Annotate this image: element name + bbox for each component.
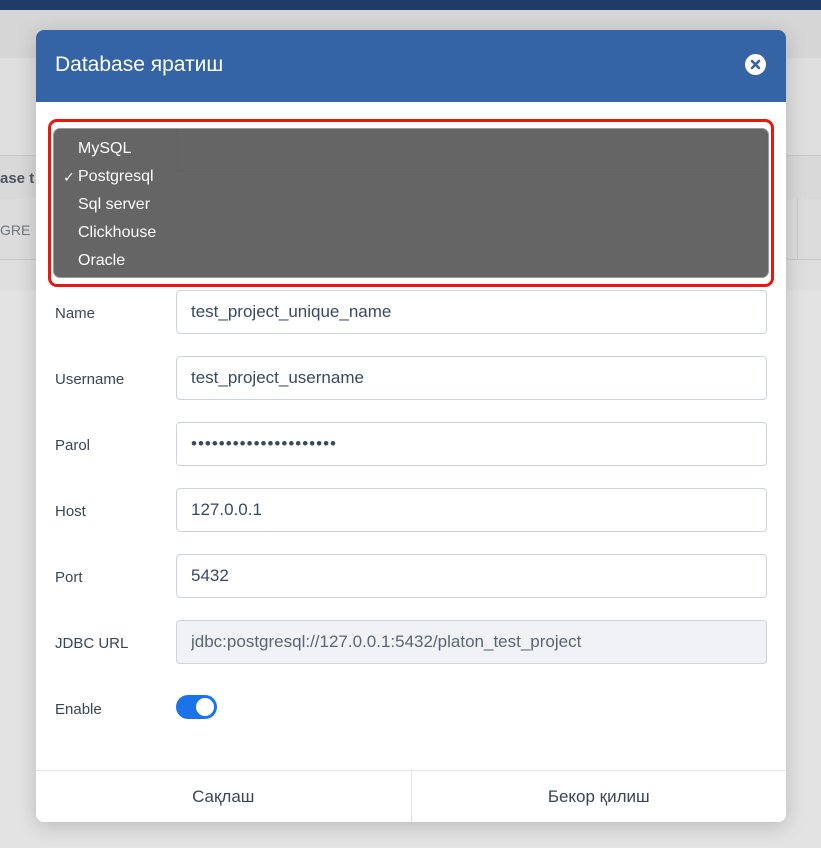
modal-body: MySQL ✓ Postgresql Sql server Clickhouse… bbox=[36, 102, 786, 771]
host-row: Host bbox=[36, 488, 786, 534]
jdbc-url-label: JDBC URL bbox=[55, 635, 129, 652]
password-input[interactable] bbox=[176, 422, 767, 466]
password-label: Parol bbox=[55, 437, 91, 454]
port-row: Port bbox=[36, 554, 786, 600]
name-input[interactable] bbox=[176, 290, 767, 334]
save-button[interactable]: Сақлаш bbox=[36, 771, 411, 822]
username-row: Username bbox=[36, 356, 786, 402]
username-label: Username bbox=[55, 371, 125, 388]
port-input[interactable] bbox=[176, 554, 767, 598]
enable-row: Enable bbox=[36, 692, 786, 738]
toggle-knob bbox=[196, 698, 214, 716]
close-button[interactable] bbox=[745, 54, 766, 75]
jdbc-url-input bbox=[176, 620, 767, 664]
name-row: Name bbox=[36, 290, 786, 336]
port-label: Port bbox=[55, 569, 83, 586]
cancel-button[interactable]: Бекор қилиш bbox=[411, 771, 786, 822]
enable-toggle[interactable] bbox=[176, 695, 217, 719]
dropdown-highlight-frame bbox=[48, 119, 774, 287]
background-top-bar bbox=[0, 0, 821, 10]
close-circle-icon bbox=[750, 59, 761, 70]
modal-header: Database яратиш bbox=[36, 30, 786, 102]
modal-title: Database яратиш bbox=[55, 53, 224, 76]
password-row: Parol bbox=[36, 422, 786, 468]
create-database-modal: Database яратиш MySQL ✓ Postgresql Sql s… bbox=[36, 30, 786, 822]
host-input[interactable] bbox=[176, 488, 767, 532]
name-label: Name bbox=[55, 305, 96, 322]
modal-footer: Сақлаш Бекор қилиш bbox=[36, 770, 786, 822]
username-input[interactable] bbox=[176, 356, 767, 400]
host-label: Host bbox=[55, 503, 86, 520]
background-table-header-text: ase t bbox=[0, 170, 35, 187]
background-table-divider bbox=[797, 199, 798, 259]
jdbc-url-row: JDBC URL bbox=[36, 620, 786, 666]
enable-label: Enable bbox=[55, 701, 102, 718]
background-table-row-text: GRE bbox=[0, 222, 31, 238]
